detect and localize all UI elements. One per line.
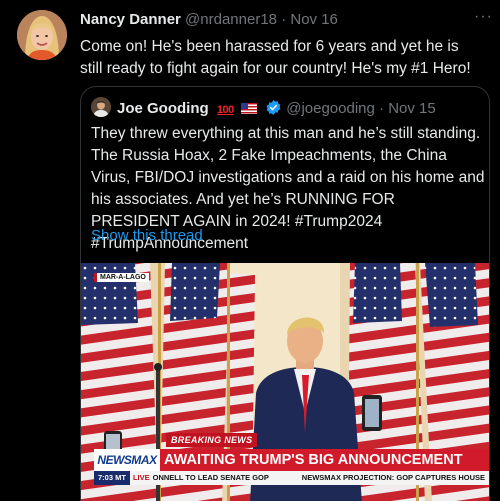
quoted-author-handle[interactable]: @joegooding	[286, 100, 375, 117]
news-ticker: 7:03 MT LIVE ONNELL TO LEAD SENATE GOP NEW…	[94, 471, 489, 485]
author-handle[interactable]: @nrdanner18	[185, 11, 277, 28]
quoted-tweet[interactable]: Joe Gooding 100 @joegooding · Nov 15 The…	[80, 86, 490, 501]
quoted-tweet-media[interactable]: MAR-A-LAGO BREAKING NEWS NEWSMAX AWAITIN…	[81, 263, 489, 501]
ticker-projection: NEWSMAX PROJECTION: GOP CAPTURES HOUSE	[301, 473, 485, 482]
quoted-header-separator: ·	[379, 100, 385, 117]
location-bug: MAR-A-LAGO	[94, 273, 149, 282]
more-horizontal-icon[interactable]: ···	[474, 8, 493, 26]
tweet-text: Come on! He's been harassed for 6 years …	[80, 38, 471, 77]
tweet-date[interactable]: Nov 16	[290, 11, 338, 28]
quoted-author-avatar[interactable]	[91, 97, 111, 117]
quoted-author-name[interactable]: Joe Gooding	[117, 100, 209, 117]
author-avatar[interactable]	[17, 10, 67, 60]
show-thread-link[interactable]: Show this thread	[91, 227, 203, 244]
tweet-header: Nancy Danner @nrdanner18 · Nov 16	[80, 11, 338, 28]
ticker-live: LIVE	[132, 473, 150, 482]
news-headline: AWAITING TRUMP'S BIG ANNOUNCEMENT	[164, 452, 463, 468]
tweet[interactable]: Nancy Danner @nrdanner18 · Nov 16 ··· Co…	[0, 0, 500, 501]
lower-third-banner: NEWSMAX AWAITING TRUMP'S BIG ANNOUNCEMEN…	[94, 449, 489, 471]
verified-badge-icon	[265, 99, 282, 116]
ticker-text: ONNELL TO LEAD SENATE GOP	[152, 473, 269, 482]
hundred-points-icon: 100	[216, 104, 234, 116]
author-name[interactable]: Nancy Danner	[80, 11, 181, 28]
us-flag-icon	[240, 101, 257, 114]
breaking-news-label: BREAKING NEWS	[166, 433, 258, 447]
ticker-time: 7:03 MT	[94, 471, 130, 485]
header-separator: ·	[281, 11, 287, 28]
quoted-tweet-date[interactable]: Nov 15	[388, 100, 436, 117]
newsmax-logo: NEWSMAX	[94, 449, 160, 471]
quoted-tweet-header: Joe Gooding 100 @joegooding · Nov 15	[117, 99, 436, 117]
